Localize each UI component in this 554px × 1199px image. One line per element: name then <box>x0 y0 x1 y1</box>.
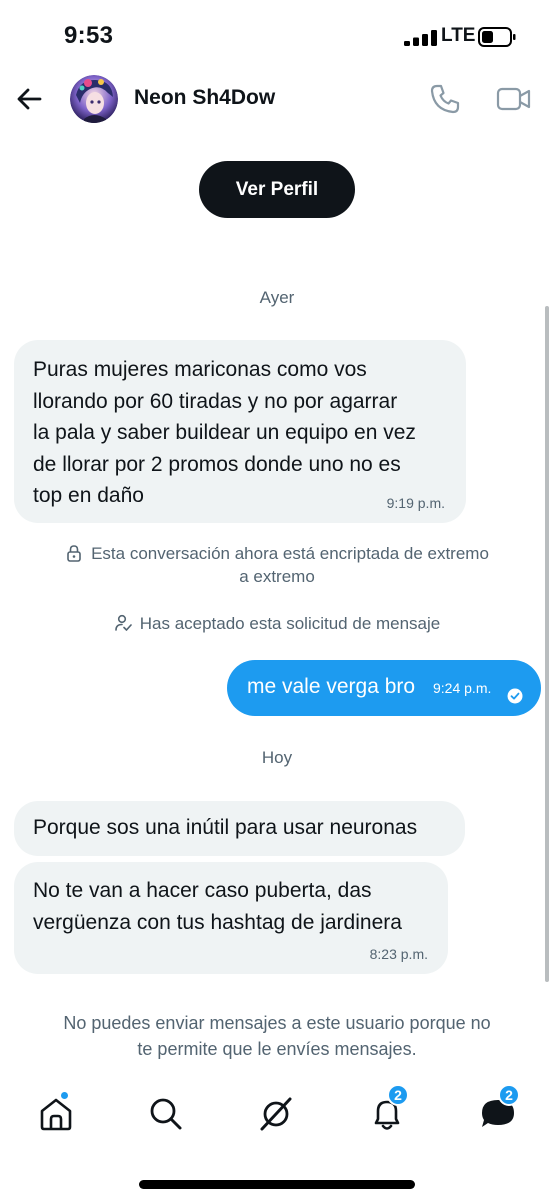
nav-grok[interactable] <box>256 1094 296 1134</box>
day-separator-yesterday: Ayer <box>259 288 295 307</box>
encryption-notice: Esta conversación ahora está encriptada … <box>0 542 554 588</box>
message-line: Porque sos una inútil para usar neuronas <box>33 816 418 839</box>
encryption-text-line1: Esta conversación ahora está encriptada … <box>91 544 489 563</box>
message-line: me vale verga bro <box>247 675 416 698</box>
network-label: LTE <box>441 25 476 46</box>
video-camera-icon[interactable] <box>496 82 532 116</box>
message-timestamp: 8:23 p.m. <box>369 946 428 962</box>
message-bubble-incoming[interactable]: No te van a hacer caso puberta, das verg… <box>14 862 448 974</box>
search-icon <box>150 1098 182 1130</box>
home-indicator-bar <box>139 1180 415 1189</box>
day-separator-today: Hoy <box>261 748 293 767</box>
message-timestamp: 9:19 p.m. <box>386 495 445 511</box>
scrollbar[interactable] <box>545 306 549 982</box>
messages-badge: 2 <box>498 1084 520 1106</box>
message-timestamp: 9:24 p.m. <box>433 680 492 696</box>
lock-icon <box>67 545 81 562</box>
bottom-navigation: 2 2 <box>0 1080 554 1150</box>
message-bubble-outgoing[interactable]: me vale verga bro 9:24 p.m. <box>227 660 541 716</box>
grok-icon <box>260 1097 292 1131</box>
message-bubble-incoming[interactable]: Porque sos una inútil para usar neuronas <box>14 801 465 856</box>
home-icon <box>40 1098 72 1131</box>
signal-icon <box>404 30 437 46</box>
message-line: No te van a hacer caso puberta, das <box>33 879 372 902</box>
nav-notifications[interactable]: 2 <box>367 1084 409 1134</box>
message-line: top en daño <box>33 484 144 507</box>
person-check-icon <box>114 614 132 631</box>
notice-line2: te permite que le envíes mensajes. <box>137 1039 417 1059</box>
contact-name[interactable]: Neon Sh4Dow <box>134 86 275 110</box>
nav-messages[interactable]: 2 <box>478 1084 520 1134</box>
status-bar: 9:53 LTE <box>0 0 554 70</box>
request-accepted-text: Has aceptado esta solicitud de mensaje <box>139 614 441 633</box>
nav-home[interactable] <box>36 1091 76 1134</box>
back-arrow-icon[interactable] <box>12 82 46 116</box>
message-line: la pala y saber buildear un equipo en ve… <box>33 421 416 444</box>
request-accepted-notice: Has aceptado esta solicitud de mensaje <box>0 612 554 635</box>
view-profile-button[interactable]: Ver Perfil <box>199 161 355 218</box>
status-time: 9:53 <box>64 22 114 49</box>
phone-icon[interactable] <box>428 82 462 116</box>
cannot-message-notice: No puedes enviar mensajes a este usuario… <box>14 1010 540 1062</box>
notifications-badge: 2 <box>387 1084 409 1106</box>
avatar[interactable] <box>70 75 118 123</box>
home-indicator-dot <box>60 1091 69 1100</box>
notice-line1: No puedes enviar mensajes a este usuario… <box>63 1013 491 1033</box>
conversation-header: Neon Sh4Dow <box>0 70 554 130</box>
message-line: de llorar por 2 promos donde uno no es <box>33 452 401 476</box>
message-line: Puras mujeres mariconas como vos <box>33 358 367 381</box>
message-line: vergüenza con tus hashtag de jardinera <box>33 910 402 934</box>
message-line: llorando por 60 tiradas y no por agarrar <box>33 389 398 413</box>
battery-icon <box>478 27 516 47</box>
nav-search[interactable] <box>146 1094 186 1134</box>
read-check-icon <box>507 688 523 704</box>
message-bubble-incoming[interactable]: Puras mujeres mariconas como vos llorand… <box>14 340 466 523</box>
encryption-text-line2: a extremo <box>239 567 315 586</box>
